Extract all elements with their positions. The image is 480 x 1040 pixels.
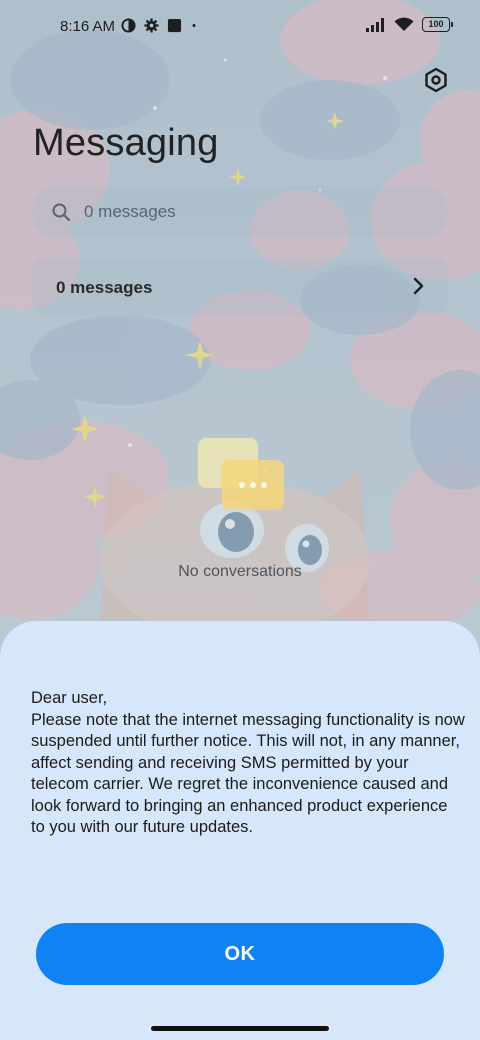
ok-button[interactable]: OK: [36, 923, 444, 985]
messaging-screen: 8:16 AM 100 Messaging 0 messages 0 messa…: [0, 0, 480, 1040]
dot-icon: [192, 24, 196, 27]
status-left-icons: [121, 18, 198, 33]
status-bar: 8:16 AM 100: [0, 0, 480, 56]
home-indicator[interactable]: [151, 1026, 329, 1031]
status-right-icons: 100: [366, 17, 453, 32]
page-title: Messaging: [33, 122, 219, 164]
signal-icon: [366, 17, 384, 32]
battery-icon: 100: [422, 17, 453, 32]
search-icon: [50, 201, 72, 223]
gear-icon: [144, 18, 159, 33]
dialog-greeting: Dear user,: [31, 689, 108, 707]
vpn-half-circle-icon: [121, 18, 136, 33]
search-bar[interactable]: [32, 186, 448, 238]
messages-row[interactable]: 0 messages: [32, 258, 448, 316]
status-time: 8:16 AM: [60, 18, 116, 35]
empty-state-label: No conversations: [178, 563, 302, 580]
dialog-body: Please note that the internet messaging …: [31, 710, 465, 837]
square-notification-icon: [167, 18, 182, 33]
messages-row-label: 0 messages: [56, 278, 153, 297]
settings-hexagon-icon: [425, 67, 447, 93]
chat-bubbles-icon: [198, 438, 284, 510]
chevron-right-icon: [413, 277, 424, 295]
dialog-message: Dear user, Please note that the internet…: [31, 688, 465, 839]
settings-button[interactable]: [420, 64, 452, 96]
wifi-icon: [394, 17, 414, 31]
search-input[interactable]: [82, 201, 406, 223]
